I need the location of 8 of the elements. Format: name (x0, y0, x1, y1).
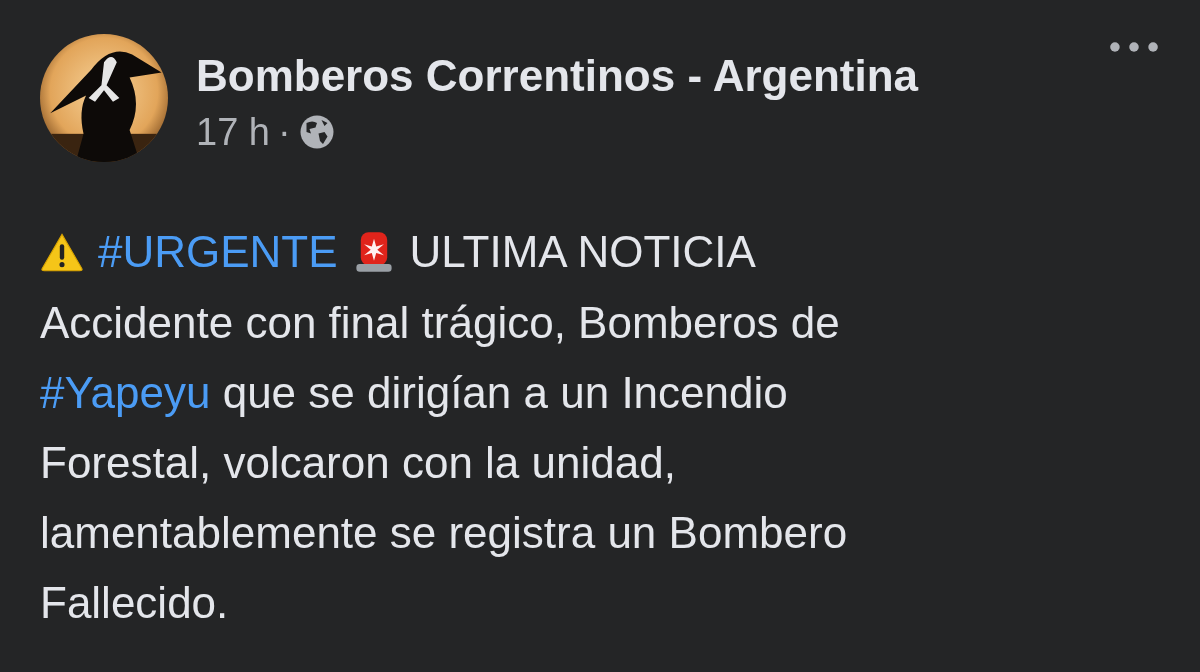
globe-icon (298, 114, 335, 150)
hashtag-link[interactable]: #URGENTE (98, 220, 338, 284)
post-time[interactable]: 17 h (196, 108, 270, 156)
hashtag-link[interactable]: #Yapeyu (40, 368, 211, 417)
separator-dot: · (277, 110, 291, 155)
post-text: Accidente con final trágico, Bomberos de #Yapeyu que se dirigían a un Incendio Forestal, volcaron con la unidad, lamentablemente se registra un Bombero Fallecido. (40, 297, 849, 629)
headline-text: ULTIMA NOTICIA (409, 226, 756, 278)
author-name[interactable]: Bomberos Correntinos - Argentina (196, 44, 1080, 108)
